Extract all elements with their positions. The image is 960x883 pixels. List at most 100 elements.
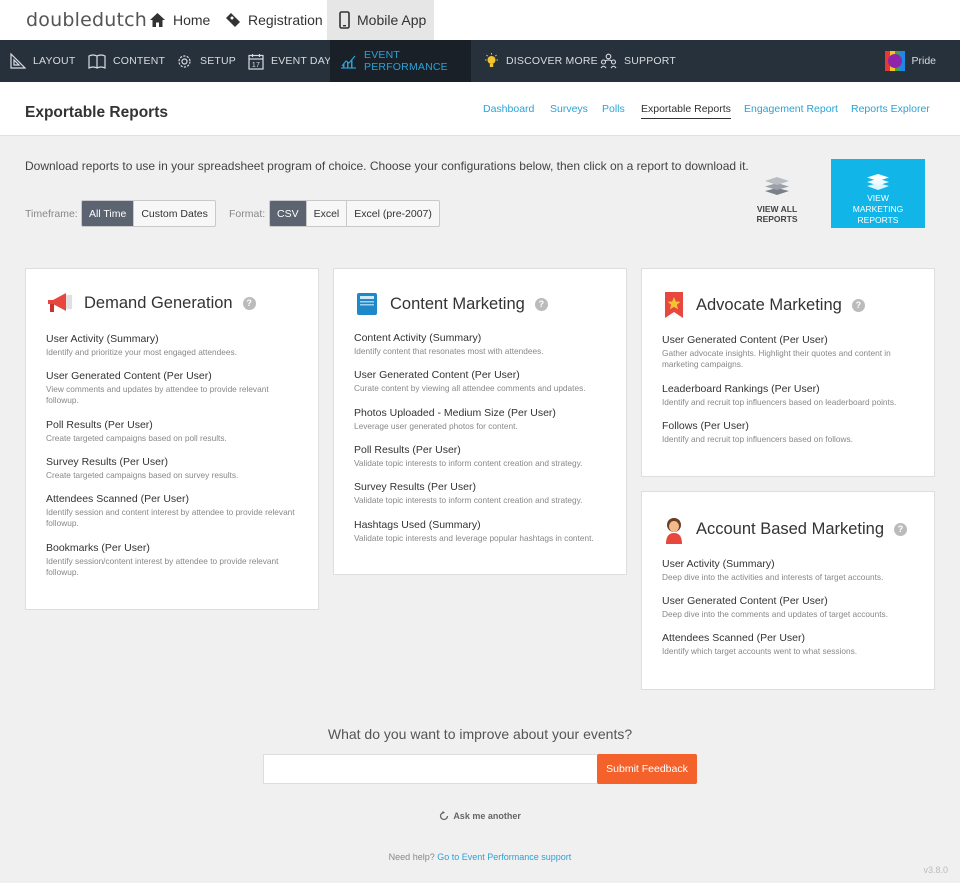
report-item[interactable]: User Generated Content (Per User) Deep di… (662, 595, 914, 620)
feedback-question: What do you want to improve about your e… (327, 726, 633, 742)
tab-home[interactable]: Home (149, 0, 219, 40)
nav-discover-more[interactable]: DISCOVER MORE (484, 40, 598, 82)
main-nav: LAYOUT CONTENT SETUP 17 EVENT DAY EVENT … (0, 40, 960, 82)
report-item[interactable]: Content Activity (Summary) Identify conte… (354, 332, 606, 357)
view-marketing-reports-button[interactable]: VIEW MARKETING REPORTS (831, 159, 925, 228)
account-menu[interactable]: Pride (885, 40, 936, 82)
report-title: User Generated Content (Per User) (46, 370, 212, 382)
report-item[interactable]: Survey Results (Per User) Create targeted… (46, 456, 298, 481)
report-item[interactable]: User Activity (Summary) Deep dive into th… (662, 558, 914, 583)
report-title: User Activity (Summary) (46, 333, 159, 345)
view-all-reports-button[interactable]: VIEW ALL REPORTS (737, 176, 817, 224)
report-desc: Deep dive into the comments and updates … (662, 609, 888, 619)
ask-another-label: Ask me another (453, 811, 521, 821)
nav-setup-label: SETUP (200, 55, 237, 67)
content-marketing-header: Content Marketing ? (354, 291, 548, 317)
megaphone-icon (46, 291, 74, 315)
subnav-polls[interactable]: Polls (602, 103, 625, 115)
report-item[interactable]: Poll Results (Per User) Validate topic in… (354, 444, 606, 469)
calendar-icon: 17 (248, 53, 264, 70)
subnav-reports-explorer[interactable]: Reports Explorer (851, 103, 930, 115)
view-marketing-reports-label: VIEW MARKETING REPORTS (852, 193, 904, 225)
nav-event-performance-label: EVENT PERFORMANCE (364, 49, 448, 73)
report-item[interactable]: Survey Results (Per User) Validate topic … (354, 481, 606, 506)
report-desc: Validate topic interests to inform conte… (354, 458, 583, 468)
report-desc: Deep dive into the activities and intere… (662, 572, 884, 582)
tab-registration-label: Registration (248, 12, 323, 28)
ticket-icon (225, 12, 241, 28)
demand-generation-card: Demand Generation ? User Activity (Summa… (25, 268, 319, 610)
timeframe-custom-dates-button[interactable]: Custom Dates (134, 201, 215, 226)
subnav-dashboard[interactable]: Dashboard (483, 103, 534, 115)
page-title: Exportable Reports (25, 104, 168, 121)
feedback-input[interactable] (263, 754, 598, 784)
timeframe-all-time-button[interactable]: All Time (82, 201, 135, 226)
nav-support[interactable]: SUPPORT (600, 40, 676, 82)
format-excel-pre2007-button[interactable]: Excel (pre-2007) (347, 201, 439, 226)
submit-feedback-button[interactable]: Submit Feedback (597, 754, 697, 784)
report-title: Survey Results (Per User) (354, 481, 476, 493)
report-item[interactable]: Poll Results (Per User) Create targeted c… (46, 419, 298, 444)
nav-layout-label: LAYOUT (33, 55, 76, 67)
card-title: Demand Generation (84, 293, 233, 312)
report-title: User Generated Content (Per User) (662, 334, 828, 346)
report-item[interactable]: Follows (Per User) Identify and recruit t… (662, 420, 914, 445)
report-title: Photos Uploaded - Medium Size (Per User) (354, 407, 556, 419)
nav-setup[interactable]: SETUP (176, 40, 236, 82)
report-title: Content Activity (Summary) (354, 332, 482, 344)
subnav-exportable-reports[interactable]: Exportable Reports (641, 103, 731, 119)
nav-event-day-label: EVENT DAY (271, 55, 332, 67)
report-desc: Curate content by viewing all attendee c… (354, 383, 586, 393)
report-title: Survey Results (Per User) (46, 456, 168, 468)
report-item[interactable]: Bookmarks (Per User) Identify session/con… (46, 542, 298, 578)
nav-content[interactable]: CONTENT (88, 40, 165, 82)
support-link[interactable]: Go to Event Performance support (437, 852, 571, 862)
report-item[interactable]: Hashtags Used (Summary) Validate topic in… (354, 519, 606, 544)
report-desc: Identify which target accounts went to w… (662, 646, 858, 656)
stack-layers-icon (764, 176, 790, 198)
tab-registration[interactable]: Registration (225, 0, 325, 40)
report-item[interactable]: User Activity (Summary) Identify and prio… (46, 333, 298, 358)
nav-layout[interactable]: LAYOUT (10, 40, 75, 82)
format-csv-button[interactable]: CSV (270, 201, 307, 226)
format-excel-button[interactable]: Excel (307, 201, 348, 226)
demand-generation-header: Demand Generation ? (46, 291, 256, 315)
report-item[interactable]: User Generated Content (Per User) Curate … (354, 369, 606, 394)
subnav-surveys[interactable]: Surveys (550, 103, 588, 115)
report-desc: Gather advocate insights. Highlight thei… (662, 348, 891, 369)
report-item[interactable]: Leaderboard Rankings (Per User) Identify … (662, 383, 914, 408)
tab-home-label: Home (173, 12, 211, 28)
doubledutch-logo[interactable]: doubledutch (26, 9, 147, 31)
support-help-line: Need help? Go to Event Performance suppo… (0, 852, 960, 862)
nav-content-label: CONTENT (113, 55, 166, 67)
help-icon[interactable]: ? (894, 522, 908, 536)
report-desc: Identify and recruit top influencers bas… (662, 397, 897, 407)
report-title: User Generated Content (Per User) (662, 595, 828, 607)
report-title: Follows (Per User) (662, 420, 749, 432)
advocate-marketing-card: Advocate Marketing ? User Generated Cont… (641, 268, 935, 477)
help-icon[interactable]: ? (534, 297, 548, 311)
tab-mobile-app-label: Mobile App (357, 12, 427, 28)
report-item[interactable]: Photos Uploaded - Medium Size (Per User)… (354, 407, 606, 432)
book-icon (88, 53, 106, 69)
report-item[interactable]: User Generated Content (Per User) Gather … (662, 334, 914, 370)
card-title: Advocate Marketing (696, 295, 842, 314)
report-title: Poll Results (Per User) (354, 444, 461, 456)
help-icon[interactable]: ? (851, 298, 865, 312)
layout-icon (10, 53, 26, 69)
nav-event-performance[interactable]: EVENT PERFORMANCE (330, 40, 471, 82)
card-title: Content Marketing (390, 294, 525, 313)
tab-mobile-app[interactable]: Mobile App (327, 0, 434, 40)
report-item[interactable]: Attendees Scanned (Per User) Identify whi… (662, 632, 914, 657)
report-title: Attendees Scanned (Per User) (46, 493, 189, 505)
ask-another-link[interactable]: Ask me another (0, 811, 960, 823)
account-based-marketing-card: Account Based Marketing ? User Activity … (641, 491, 935, 690)
nav-event-day[interactable]: 17 EVENT DAY (248, 40, 331, 82)
format-toggle: CSV Excel Excel (pre-2007) (269, 200, 440, 227)
report-item[interactable]: User Generated Content (Per User) View co… (46, 370, 298, 406)
report-desc: Identify content that resonates most wit… (354, 346, 544, 356)
subnav-engagement-report[interactable]: Engagement Report (744, 103, 838, 115)
help-icon[interactable]: ? (242, 296, 256, 310)
report-item[interactable]: Attendees Scanned (Per User) Identify ses… (46, 493, 298, 529)
format-label: Format: (229, 208, 266, 220)
